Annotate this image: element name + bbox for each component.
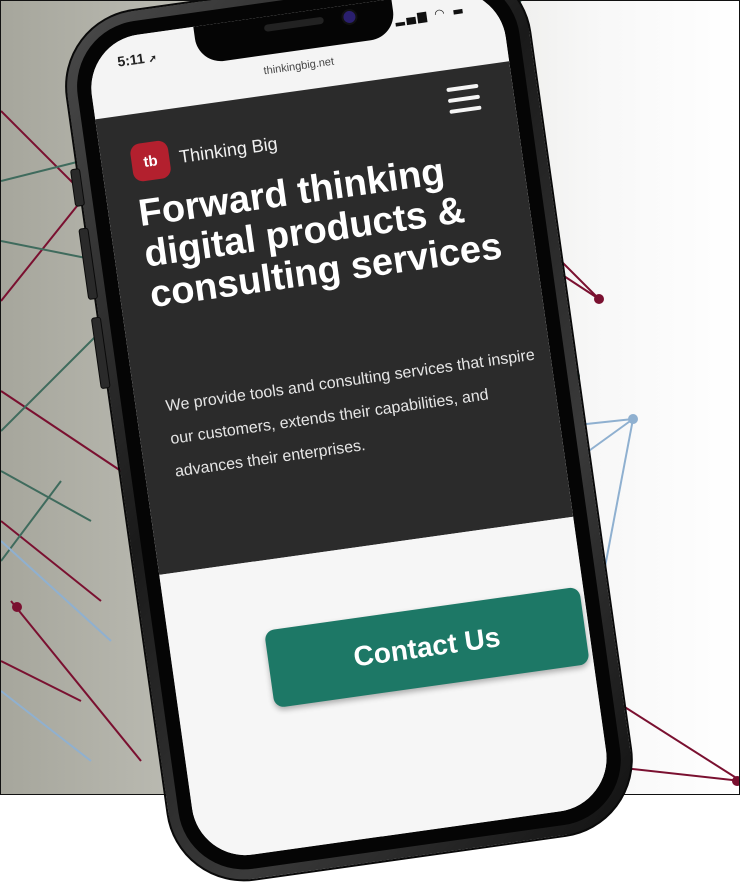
front-camera xyxy=(342,10,357,24)
phone-mockup: 5:11 ➚ ▂▄▆ ◠ ▬ thinkingbig.net tb Thinki… xyxy=(55,0,643,892)
site-brand[interactable]: tb Thinking Big xyxy=(129,124,280,183)
brand-name: Thinking Big xyxy=(177,132,279,167)
hamburger-menu-icon[interactable] xyxy=(446,83,482,114)
status-time: 5:11 ➚ xyxy=(116,48,158,70)
earpiece-speaker xyxy=(263,16,325,32)
brand-logo-icon: tb xyxy=(129,139,173,183)
contact-section: Contact Us xyxy=(159,516,614,863)
signal-icon: ▂▄▆ xyxy=(394,8,430,27)
hero-description: We provide tools and consulting services… xyxy=(164,346,536,481)
menu-bar-top xyxy=(446,83,479,93)
status-icons: ▂▄▆ ◠ ▬ xyxy=(394,3,466,27)
contact-us-button[interactable]: Contact Us xyxy=(264,586,590,709)
phone-mockup-wrapper: 5:11 ➚ ▂▄▆ ◠ ▬ thinkingbig.net tb Thinki… xyxy=(0,0,740,892)
status-time-value: 5:11 xyxy=(116,50,146,70)
wifi-icon: ◠ xyxy=(433,5,448,22)
menu-bar-middle xyxy=(447,94,481,104)
battery-icon: ▬ xyxy=(451,2,467,19)
location-arrow-icon: ➚ xyxy=(147,53,158,66)
hero-section: tb Thinking Big Forward thinking digital… xyxy=(95,61,574,575)
menu-bar-bottom xyxy=(449,105,482,114)
